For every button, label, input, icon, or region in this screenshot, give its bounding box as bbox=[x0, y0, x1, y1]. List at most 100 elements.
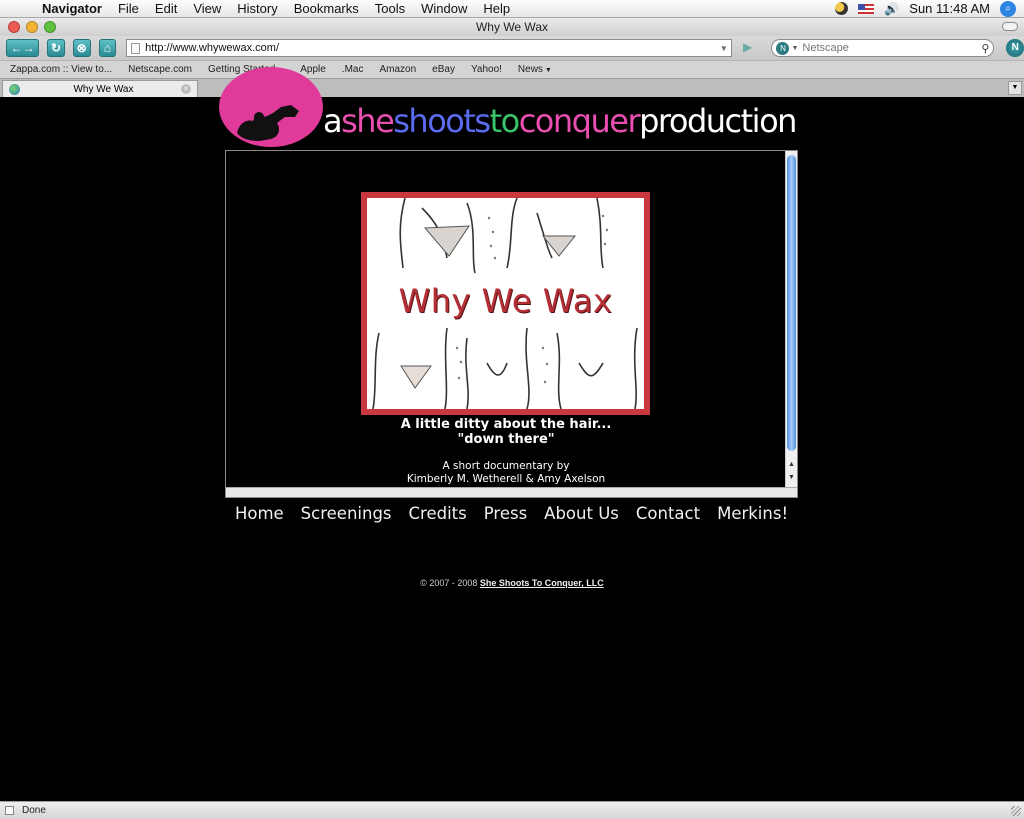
url-text[interactable]: http://www.whywewax.com/ bbox=[145, 42, 717, 54]
menu-extras: 🔊 Sun 11:48 AM ⌕ bbox=[835, 0, 1024, 17]
site-navigation: Home Screenings Credits Press About Us C… bbox=[225, 504, 798, 523]
nav-home[interactable]: Home bbox=[235, 504, 284, 523]
security-status-icon[interactable] bbox=[5, 806, 14, 815]
search-engine-dropdown-icon[interactable]: ▼ bbox=[791, 45, 798, 52]
film-tagline: A little ditty about the hair... "down t… bbox=[226, 417, 786, 447]
stop-icon: ⊗ bbox=[76, 41, 87, 55]
bookmark-news[interactable]: News ▼ bbox=[518, 64, 552, 75]
scroll-up-arrow-icon[interactable]: ▲ bbox=[786, 459, 797, 471]
window-title: Why We Wax bbox=[475, 20, 548, 34]
navigation-toolbar: ← → ↻ ⊗ ⌂ http://www.whywewax.com/ ▼ ▶ N … bbox=[0, 36, 1024, 60]
poster-canvas: Why We Wax bbox=[367, 198, 644, 409]
search-engine-icon[interactable]: N bbox=[776, 41, 790, 55]
go-arrow-icon: ▶ bbox=[743, 40, 753, 54]
scrollbar-thumb[interactable] bbox=[787, 155, 796, 451]
poster-title: Why We Wax bbox=[398, 282, 613, 320]
search-field[interactable]: N ▼ ⚲ bbox=[771, 39, 995, 57]
logo-segment-production: production bbox=[639, 102, 797, 140]
reload-icon: ↻ bbox=[51, 41, 62, 55]
content-frame: Why We Wax A little ditty about the hair… bbox=[225, 150, 798, 498]
frame-scrollbar[interactable]: ▲ ▼ bbox=[785, 151, 797, 487]
logo-segment-conquer: conquer bbox=[518, 102, 641, 140]
menu-tools[interactable]: Tools bbox=[367, 1, 413, 16]
menu-view[interactable]: View bbox=[185, 1, 229, 16]
status-bar: Done bbox=[0, 801, 1024, 819]
bookmark-amazon[interactable]: Amazon bbox=[379, 64, 416, 75]
menu-bookmarks[interactable]: Bookmarks bbox=[286, 1, 367, 16]
home-icon: ⌂ bbox=[103, 41, 111, 55]
why-we-wax-poster: Why We Wax bbox=[361, 192, 650, 415]
logo-pink-circle bbox=[219, 67, 323, 147]
bookmark-apple[interactable]: Apple bbox=[300, 64, 326, 75]
nav-screenings[interactable]: Screenings bbox=[301, 504, 392, 523]
tagline-line-2: "down there" bbox=[457, 432, 555, 447]
bookmark-netscape[interactable]: Netscape.com bbox=[128, 64, 192, 75]
window-controls bbox=[0, 21, 56, 33]
logo-segment-shoots: shoots bbox=[393, 102, 491, 140]
resize-grip-icon[interactable] bbox=[1011, 805, 1021, 816]
bookmark-yahoo[interactable]: Yahoo! bbox=[471, 64, 502, 75]
scroll-down-arrow-icon[interactable]: ▼ bbox=[786, 472, 797, 484]
minimize-window-button[interactable] bbox=[26, 21, 38, 33]
eclipse-status-icon[interactable] bbox=[835, 2, 849, 15]
stop-button[interactable]: ⊗ bbox=[72, 39, 91, 57]
page-icon bbox=[131, 42, 141, 54]
back-arrow-icon: ← bbox=[10, 41, 23, 55]
nav-press[interactable]: Press bbox=[484, 504, 527, 523]
us-flag-input-icon[interactable] bbox=[858, 3, 875, 14]
spotlight-search-icon[interactable]: ⌕ bbox=[1000, 0, 1016, 17]
logo-segment-a: a bbox=[323, 102, 343, 140]
copyright-text: © 2007 - 2008 bbox=[420, 578, 478, 588]
zoom-window-button[interactable] bbox=[44, 21, 56, 33]
menu-help[interactable]: Help bbox=[475, 1, 518, 16]
site-footer: © 2007 - 2008 She Shoots To Conquer, LLC bbox=[0, 578, 1024, 588]
tagline-line-1: A little ditty about the hair... bbox=[400, 417, 612, 432]
menu-file[interactable]: File bbox=[110, 1, 147, 16]
film-credit: A short documentary by Kimberly M. Wethe… bbox=[226, 460, 786, 486]
toolbar-toggle-button[interactable] bbox=[1002, 22, 1018, 31]
system-menu-bar: Navigator File Edit View History Bookmar… bbox=[0, 0, 1024, 18]
netscape-throbber-icon[interactable]: N bbox=[1006, 39, 1024, 57]
bookmark-mac[interactable]: .Mac bbox=[342, 64, 364, 75]
logo-wordmark: asheshootstoconquerproduction bbox=[323, 99, 797, 143]
frame-horizontal-scrollbar[interactable] bbox=[226, 487, 797, 497]
forward-arrow-icon: → bbox=[22, 41, 35, 55]
reload-button[interactable]: ↻ bbox=[47, 39, 65, 57]
home-button[interactable]: ⌂ bbox=[98, 39, 117, 57]
globe-favicon-icon bbox=[9, 83, 20, 95]
volume-icon[interactable]: 🔊 bbox=[884, 2, 899, 16]
close-window-button[interactable] bbox=[8, 21, 20, 33]
site-logo[interactable]: asheshootstoconquerproduction bbox=[219, 67, 799, 149]
menu-app-name[interactable]: Navigator bbox=[34, 1, 110, 16]
menu-edit[interactable]: Edit bbox=[147, 1, 185, 16]
search-magnifier-icon[interactable]: ⚲ bbox=[981, 42, 989, 55]
go-button[interactable]: ▶ bbox=[740, 40, 756, 56]
status-text: Done bbox=[22, 805, 46, 816]
dropdown-arrow-icon: ▼ bbox=[544, 67, 552, 74]
nav-credits[interactable]: Credits bbox=[409, 504, 467, 523]
credit-line-2: Kimberly M. Wetherell & Amy Axelson bbox=[406, 473, 606, 485]
menu-window[interactable]: Window bbox=[413, 1, 475, 16]
tab-why-we-wax[interactable]: Why We Wax × bbox=[2, 80, 198, 97]
tab-list-button[interactable]: ▼ bbox=[1008, 81, 1022, 95]
menu-clock[interactable]: Sun 11:48 AM bbox=[909, 1, 990, 16]
logo-segment-she: she bbox=[341, 102, 395, 140]
bookmark-zappa[interactable]: Zappa.com :: View to... bbox=[10, 64, 112, 75]
footer-company-link[interactable]: She Shoots To Conquer, LLC bbox=[480, 578, 604, 588]
camerawoman-silhouette-icon bbox=[237, 105, 299, 141]
search-input[interactable] bbox=[802, 42, 982, 54]
bookmark-ebay[interactable]: eBay bbox=[432, 64, 455, 75]
nav-contact[interactable]: Contact bbox=[636, 504, 700, 523]
nav-merkins[interactable]: Merkins! bbox=[717, 504, 788, 523]
credit-line-1: A short documentary by bbox=[442, 460, 570, 472]
tab-bar: Why We Wax × ▼ bbox=[0, 78, 1024, 97]
logo-segment-to: to bbox=[489, 102, 521, 140]
url-history-dropdown-icon[interactable]: ▼ bbox=[717, 44, 731, 53]
close-tab-icon[interactable]: × bbox=[181, 84, 191, 94]
window-title-bar: Why We Wax bbox=[0, 18, 1024, 36]
menu-history[interactable]: History bbox=[229, 1, 285, 16]
back-forward-button[interactable]: ← → bbox=[6, 39, 40, 57]
address-bar[interactable]: http://www.whywewax.com/ ▼ bbox=[126, 39, 732, 57]
tab-label: Why We Wax bbox=[73, 83, 134, 95]
nav-about-us[interactable]: About Us bbox=[544, 504, 619, 523]
